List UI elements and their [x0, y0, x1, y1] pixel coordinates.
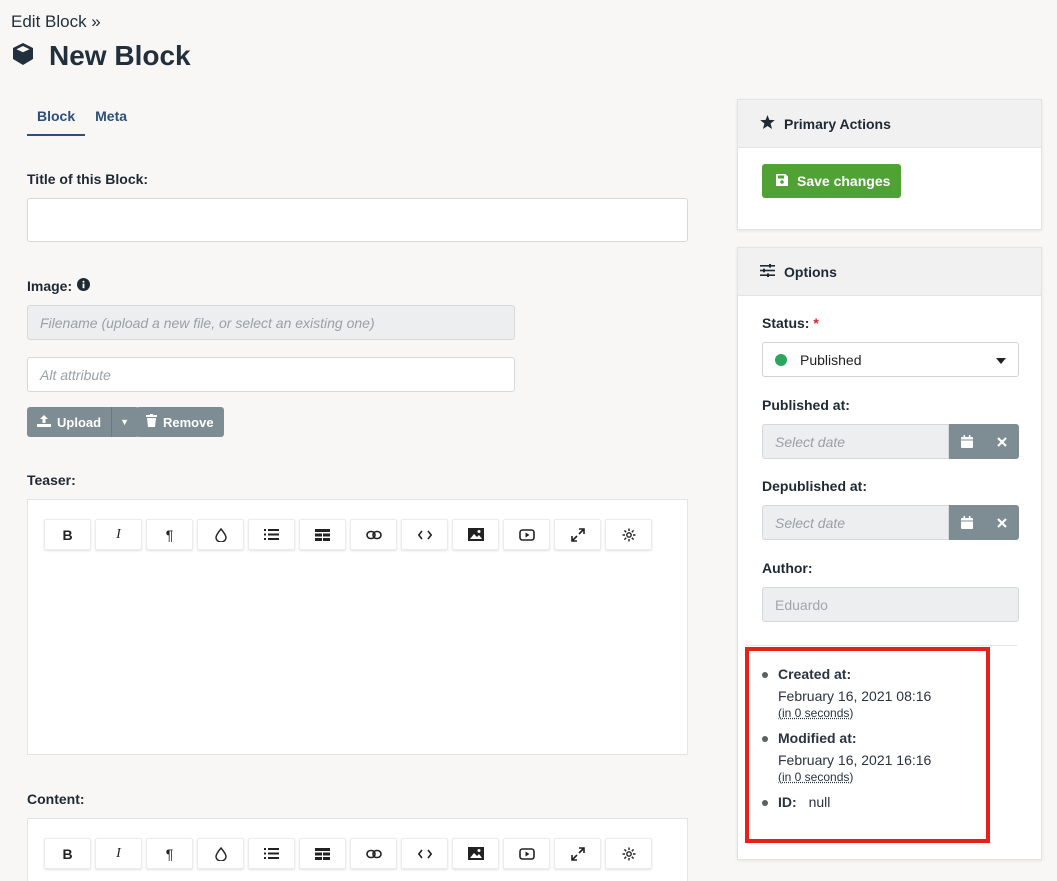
info-icon[interactable]	[77, 278, 91, 294]
settings-icon[interactable]	[605, 519, 652, 550]
status-label: Status:	[762, 315, 810, 331]
dropdown-arrow-icon	[996, 358, 1006, 364]
table-icon[interactable]	[299, 519, 346, 550]
caret-down-icon[interactable]: ▼	[111, 407, 129, 437]
tab-meta[interactable]: Meta	[85, 100, 137, 136]
save-changes-label: Save changes	[797, 173, 891, 189]
clear-date-icon[interactable]	[984, 424, 1019, 459]
id-item: ID: null	[762, 794, 931, 810]
record-meta-list: Created at: February 16, 2021 08:16 (in …	[762, 666, 931, 820]
italic-button[interactable]: I	[95, 519, 142, 550]
calendar-icon[interactable]	[949, 505, 984, 540]
required-marker: *	[813, 315, 819, 331]
page-title-row: New Block	[11, 40, 191, 72]
published-at-input[interactable]: Select date	[762, 424, 949, 459]
star-icon	[760, 115, 775, 132]
italic-button[interactable]: I	[95, 838, 142, 869]
cube-icon	[11, 42, 35, 71]
modified-at-item: Modified at: February 16, 2021 16:16 (in…	[762, 730, 931, 784]
created-at-value: February 16, 2021 08:16	[778, 688, 932, 704]
author-label: Author:	[762, 560, 813, 576]
trash-icon	[146, 414, 157, 430]
title-label: Title of this Block:	[27, 171, 149, 187]
divider	[746, 645, 1017, 646]
code-icon[interactable]	[401, 519, 448, 550]
filename-input[interactable]: Filename (upload a new file, or select a…	[27, 305, 515, 340]
upload-label: Upload	[57, 414, 102, 430]
options-title: Options	[784, 263, 837, 280]
options-panel: Options Status: * Published Published at…	[737, 247, 1042, 860]
breadcrumb[interactable]: Edit Block »	[11, 12, 101, 32]
video-icon[interactable]	[503, 519, 550, 550]
image-icon[interactable]	[452, 838, 499, 869]
drop-icon[interactable]	[197, 838, 244, 869]
upload-button[interactable]: Upload ▼	[27, 407, 139, 437]
remove-label: Remove	[163, 414, 214, 430]
save-changes-button[interactable]: Save changes	[762, 164, 901, 198]
clear-date-icon[interactable]	[984, 505, 1019, 540]
image-label-row: Image:	[27, 278, 91, 294]
alt-attribute-input[interactable]: Alt attribute	[27, 357, 515, 392]
modified-at-value: February 16, 2021 16:16	[778, 752, 932, 768]
floppy-disk-icon	[776, 173, 788, 189]
table-icon[interactable]	[299, 838, 346, 869]
status-dot-icon	[775, 353, 787, 366]
depublished-at-label: Depublished at:	[762, 478, 868, 494]
primary-actions-panel: Primary Actions Save changes	[737, 99, 1042, 230]
content-editor[interactable]: B I ¶	[27, 818, 688, 881]
created-at-item: Created at: February 16, 2021 08:16 (in …	[762, 666, 931, 720]
created-at-label: Created at:	[778, 666, 852, 682]
fullscreen-icon[interactable]	[554, 838, 601, 869]
depublished-at-group: Select date	[762, 505, 1019, 540]
published-at-label: Published at:	[762, 397, 850, 413]
image-label: Image:	[27, 278, 73, 294]
options-header: Options	[738, 248, 1041, 296]
title-input[interactable]	[27, 198, 688, 242]
tab-bar: Block Meta	[27, 100, 137, 136]
paragraph-button[interactable]: ¶	[146, 519, 193, 550]
video-icon[interactable]	[503, 838, 550, 869]
status-value: Published	[800, 351, 862, 368]
tab-block[interactable]: Block	[27, 100, 86, 136]
code-icon[interactable]	[401, 838, 448, 869]
paragraph-button[interactable]: ¶	[146, 838, 193, 869]
list-icon[interactable]	[248, 838, 295, 869]
link-icon[interactable]	[350, 519, 397, 550]
content-toolbar: B I ¶	[28, 819, 687, 869]
teaser-toolbar: B I ¶	[28, 500, 687, 550]
primary-actions-title: Primary Actions	[784, 115, 891, 132]
upload-icon	[37, 414, 51, 430]
id-value: null	[808, 794, 831, 810]
drop-icon[interactable]	[197, 519, 244, 550]
teaser-label: Teaser:	[27, 472, 76, 488]
modified-at-label: Modified at:	[778, 730, 857, 746]
sliders-icon	[760, 263, 775, 280]
fullscreen-icon[interactable]	[554, 519, 601, 550]
remove-button[interactable]: Remove	[136, 407, 224, 437]
id-label: ID:	[778, 794, 797, 810]
status-label-row: Status: *	[762, 315, 819, 331]
content-label: Content:	[27, 791, 85, 807]
settings-icon[interactable]	[605, 838, 652, 869]
modified-at-relative: (in 0 seconds)	[778, 770, 854, 784]
primary-actions-header: Primary Actions	[738, 100, 1041, 148]
depublished-at-input[interactable]: Select date	[762, 505, 949, 540]
published-at-group: Select date	[762, 424, 1019, 459]
status-select[interactable]: Published	[762, 342, 1019, 377]
bold-button[interactable]: B	[44, 519, 91, 550]
teaser-editor[interactable]: B I ¶	[27, 499, 688, 755]
link-icon[interactable]	[350, 838, 397, 869]
page-title: New Block	[49, 40, 191, 71]
created-at-relative: (in 0 seconds)	[778, 706, 854, 720]
image-icon[interactable]	[452, 519, 499, 550]
author-field: Eduardo	[762, 587, 1019, 622]
calendar-icon[interactable]	[949, 424, 984, 459]
list-icon[interactable]	[248, 519, 295, 550]
bold-button[interactable]: B	[44, 838, 91, 869]
